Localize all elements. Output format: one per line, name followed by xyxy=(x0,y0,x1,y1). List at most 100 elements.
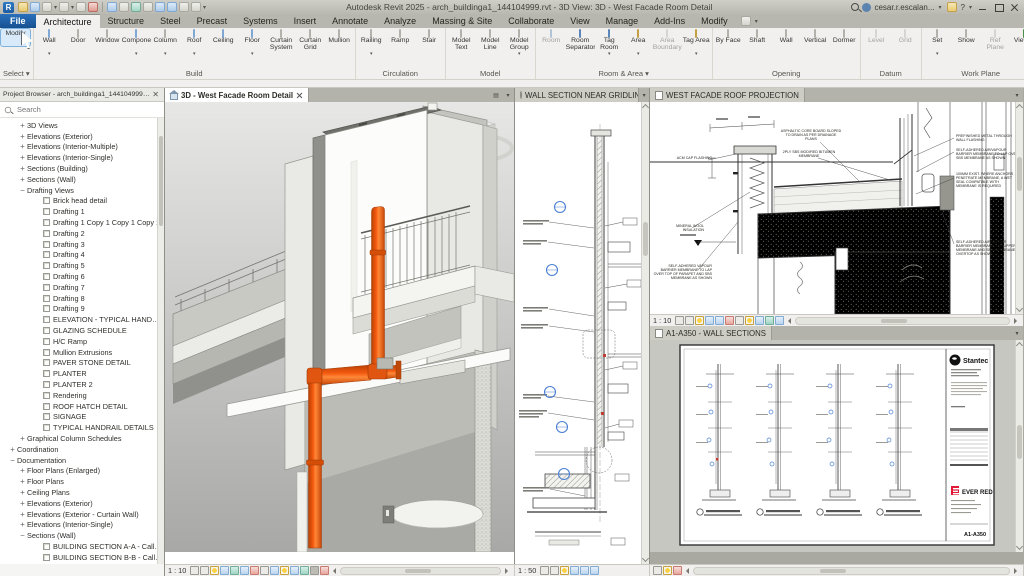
ribbon-tab[interactable]: Structure xyxy=(100,14,153,28)
tab-close-icon[interactable] xyxy=(296,92,303,99)
expand-icon[interactable]: + xyxy=(8,445,17,454)
ribbon-button[interactable]: Tag Room xyxy=(595,29,624,57)
tree-item[interactable]: PAVER STONE DETAIL xyxy=(0,358,164,369)
tree-item[interactable]: Drafting 1 xyxy=(0,206,164,217)
tree-item[interactable]: Drafting 1 Copy 1 Copy 1 Copy 1 xyxy=(0,217,164,228)
scale-control[interactable]: 1 : 10 xyxy=(653,316,671,325)
visual-style-icon[interactable] xyxy=(200,566,210,575)
worksharing-display-icon[interactable] xyxy=(290,566,300,575)
ribbon-tab[interactable]: Modify xyxy=(693,14,736,28)
temporary-hide-isolate-icon[interactable] xyxy=(735,316,745,325)
minimize-button[interactable] xyxy=(976,2,989,13)
tab-overflow-icon[interactable]: ▾ xyxy=(1011,88,1023,102)
tree-item[interactable]: Brick head detail xyxy=(0,196,164,207)
ribbon-tab[interactable]: Annotate xyxy=(324,14,376,28)
show-crop-region-icon[interactable] xyxy=(725,316,735,325)
expand-icon[interactable]: − xyxy=(8,456,17,465)
project-browser-header[interactable]: Project Browser - arch_buildinga1_144104… xyxy=(0,88,164,102)
tree-item[interactable]: Rendering xyxy=(0,390,164,401)
revit-logo-icon[interactable]: R xyxy=(3,1,14,13)
tree-item[interactable]: Drafting 9 xyxy=(0,304,164,315)
ribbon-button[interactable]: Shaft xyxy=(743,29,772,53)
wall-section-canvas[interactable] xyxy=(515,102,649,564)
tree-item[interactable]: Drafting 6 xyxy=(0,271,164,282)
view-list-icon[interactable]: ▤ xyxy=(490,88,502,102)
ribbon-button[interactable]: Vertical xyxy=(801,29,830,53)
tree-item[interactable]: + Sections (Building) xyxy=(0,163,164,174)
worksharing-display-icon[interactable] xyxy=(673,566,682,575)
detail-level-icon[interactable] xyxy=(190,566,200,575)
undo-icon[interactable] xyxy=(42,2,52,12)
search-icon[interactable] xyxy=(851,3,860,11)
ribbon-button[interactable]: Room xyxy=(537,29,566,53)
open-icon[interactable] xyxy=(18,2,28,12)
tree-item[interactable]: ELEVATION - TYPICAL HANDRAIL xyxy=(0,314,164,325)
ribbon-button[interactable]: Wall xyxy=(35,29,64,57)
tree-item[interactable]: SIGNAGE xyxy=(0,412,164,423)
ribbon-button[interactable]: Level xyxy=(862,29,891,53)
tree-item[interactable]: Drafting 2 xyxy=(0,228,164,239)
ribbon-tab[interactable]: Massing & Site xyxy=(424,14,500,28)
save-icon[interactable] xyxy=(30,2,40,12)
tree-item[interactable]: + Elevations (Interior-Single) xyxy=(0,519,164,530)
ribbon-tab[interactable]: Systems xyxy=(235,14,286,28)
tree-item[interactable]: + Sections (Wall) xyxy=(0,174,164,185)
tree-item[interactable]: − Documentation xyxy=(0,455,164,466)
tab-sheet[interactable]: A1-A350 - WALL SECTIONS xyxy=(650,326,772,340)
tab-overflow-icon[interactable]: ▾ xyxy=(502,88,514,102)
scroll-right-icon[interactable] xyxy=(505,567,511,574)
tree-item[interactable]: − Drafting Views xyxy=(0,185,164,196)
ribbon-button[interactable]: Door xyxy=(64,29,93,53)
expand-icon[interactable]: + xyxy=(18,434,27,443)
expand-icon[interactable]: + xyxy=(18,132,27,141)
tab-overflow-icon[interactable]: ▾ xyxy=(1011,326,1023,340)
crop-view-icon[interactable] xyxy=(715,316,725,325)
tree-item[interactable]: Drafting 3 xyxy=(0,239,164,250)
sun-path-icon[interactable] xyxy=(560,566,570,575)
ribbon-button[interactable]: Window xyxy=(93,29,122,53)
ribbon-tab[interactable]: File xyxy=(0,14,36,28)
ribbon-tab[interactable]: Analyze xyxy=(376,14,424,28)
ribbon-button[interactable]: Stair xyxy=(415,29,444,53)
ribbon-button[interactable]: Column xyxy=(151,29,180,57)
tab-overflow-icon[interactable]: ▾ xyxy=(639,88,649,102)
ribbon-tab[interactable]: Manage xyxy=(598,14,647,28)
expand-icon[interactable]: + xyxy=(18,142,27,151)
ribbon-button[interactable]: Viewer xyxy=(1010,29,1024,53)
expand-icon[interactable]: + xyxy=(18,153,27,162)
browser-scrollbar[interactable] xyxy=(157,118,164,564)
maximize-button[interactable] xyxy=(992,2,1005,13)
panel-label[interactable]: Room & Area ▾ xyxy=(537,68,711,79)
user-avatar-icon[interactable] xyxy=(862,2,872,12)
horizontal-scrollbar[interactable] xyxy=(693,566,1010,575)
ribbon-button[interactable]: Area xyxy=(624,29,653,57)
ribbon-tab[interactable]: Steel xyxy=(152,14,189,28)
ribbon-button[interactable]: Show xyxy=(952,29,981,53)
shadows-icon[interactable] xyxy=(220,566,230,575)
unlocked-view-icon[interactable] xyxy=(260,566,270,575)
vertical-scrollbar[interactable] xyxy=(1015,340,1023,552)
tree-item[interactable]: + Floor Plans (Enlarged) xyxy=(0,466,164,477)
temporary-view-properties-icon[interactable] xyxy=(300,566,310,575)
detail-level-icon[interactable] xyxy=(675,316,685,325)
worksharing-display-icon[interactable] xyxy=(755,316,765,325)
ribbon-button[interactable]: Dormer xyxy=(830,29,859,53)
section-icon[interactable] xyxy=(155,2,166,12)
ribbon-button[interactable]: Railing xyxy=(357,29,386,57)
scroll-left-icon[interactable] xyxy=(683,567,689,574)
ribbon-tab[interactable]: Collaborate xyxy=(500,14,562,28)
ribbon-button[interactable]: Modify xyxy=(0,28,31,47)
detail-level-icon[interactable] xyxy=(540,566,550,575)
print-icon[interactable] xyxy=(76,2,87,12)
tree-item[interactable]: Mullion Extrusions xyxy=(0,347,164,358)
tree-item[interactable]: + Elevations (Exterior) xyxy=(0,131,164,142)
expand-icon[interactable]: + xyxy=(18,520,27,529)
roof-canvas[interactable]: ACM CAP FLASHING MINERAL WOOL INSULATION S… xyxy=(650,102,1023,314)
expand-icon[interactable]: − xyxy=(18,186,27,195)
expand-icon[interactable]: + xyxy=(18,488,27,497)
ribbon-button[interactable]: Mullion xyxy=(325,29,354,53)
app-store-icon[interactable] xyxy=(946,2,957,12)
tab-3d-view[interactable]: 3D - West Facade Room Detail xyxy=(165,88,310,102)
reveal-constraints-icon[interactable] xyxy=(775,316,785,325)
vertical-scrollbar[interactable] xyxy=(641,102,649,564)
